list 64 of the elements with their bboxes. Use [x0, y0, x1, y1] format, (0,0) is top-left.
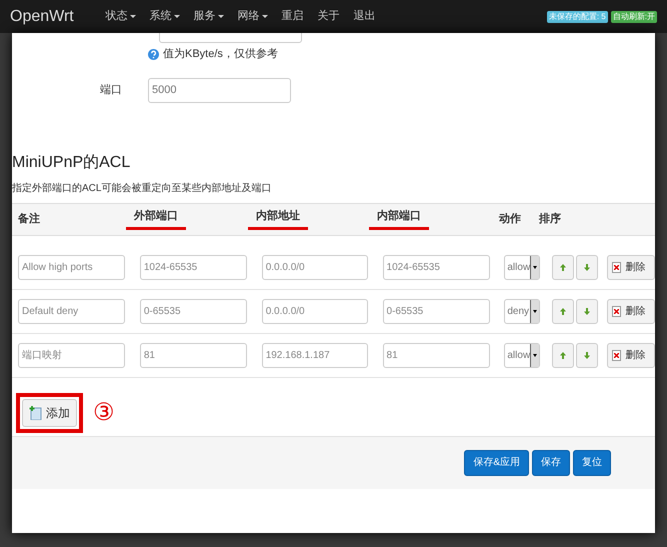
up-arrow-icon — [560, 352, 566, 358]
nav-menu-item[interactable]: 关于 — [318, 8, 340, 25]
action-button[interactable]: 保存 — [532, 450, 570, 476]
input-field[interactable]: Default deny — [18, 298, 125, 324]
section-title: MiniUPnP的ACL — [12, 152, 132, 172]
move-down-button[interactable] — [576, 254, 598, 280]
input-field[interactable]: 0.0.0.0/0 — [262, 254, 368, 280]
up-arrow-icon — [560, 264, 566, 270]
nav-menu-item[interactable]: 状态 — [106, 8, 136, 25]
hint-text: 值为KByte/s，仅供参考 — [163, 47, 278, 62]
nav-menu-item[interactable]: 网络 — [238, 8, 268, 25]
caret-icon — [533, 310, 538, 312]
input-field[interactable]: 192.168.1.187 — [262, 342, 368, 368]
nav-menu-item[interactable]: 系统 — [150, 8, 180, 25]
action-button[interactable]: 保存&应用 — [464, 450, 529, 476]
nav-menu-item[interactable]: 服务 — [194, 8, 224, 25]
nav-menu-item[interactable]: 重启 — [282, 8, 304, 25]
add-button[interactable]: 添加 — [22, 398, 77, 426]
highlighted-column-header: 内部地址 — [248, 208, 308, 230]
move-up-button[interactable] — [552, 342, 574, 368]
status-badge: 自动刷新:开 — [610, 10, 657, 22]
move-up-button[interactable] — [552, 254, 574, 280]
highlighted-column-header: 内部端口 — [369, 208, 429, 230]
delete-button[interactable]: 删除 — [607, 254, 655, 280]
action-select[interactable]: deny — [504, 298, 540, 324]
delete-icon — [612, 350, 622, 360]
nav-menu-item[interactable]: 退出 — [354, 8, 376, 25]
caret-icon — [533, 354, 538, 356]
down-arrow-icon — [584, 264, 590, 270]
action-select[interactable]: allow — [504, 254, 540, 280]
action-button[interactable]: 复位 — [573, 450, 611, 476]
step-marker: ③ — [93, 400, 115, 424]
down-arrow-icon — [584, 308, 590, 314]
status-badge: 未保存的配置: 5 — [546, 10, 608, 22]
section-description: 指定外部端口的ACL可能会被重定向至某些内部地址及端口 — [12, 182, 272, 196]
column-header: 备注 — [18, 212, 40, 225]
port-field[interactable]: 5000 — [148, 78, 291, 102]
input-field[interactable]: 1024-65535 — [140, 254, 247, 280]
input-field[interactable]: 81 — [140, 342, 247, 368]
delete-icon — [612, 306, 622, 316]
delete-icon — [612, 262, 622, 272]
input-field[interactable]: 0-65535 — [140, 298, 247, 324]
input-field[interactable]: 端口映射 — [18, 342, 125, 368]
column-header: 动作 — [499, 212, 521, 225]
column-header: 排序 — [539, 212, 561, 225]
delete-button[interactable]: 删除 — [607, 342, 655, 368]
field-label: 端口 — [99, 82, 122, 98]
input-field[interactable]: 81 — [382, 342, 490, 368]
input-field[interactable]: 1024-65535 — [382, 254, 490, 280]
caret-icon — [533, 266, 538, 268]
move-down-button[interactable] — [576, 298, 598, 324]
help-icon — [148, 48, 159, 60]
move-down-button[interactable] — [576, 342, 598, 368]
add-file-icon — [29, 406, 42, 420]
delete-button[interactable]: 删除 — [607, 298, 655, 324]
highlighted-column-header: 外部端口 — [126, 208, 186, 230]
input-field[interactable]: 0.0.0.0/0 — [262, 298, 368, 324]
input-field[interactable]: 0-65535 — [382, 298, 490, 324]
up-arrow-icon — [560, 308, 566, 314]
input-field[interactable]: Allow high ports — [18, 254, 125, 280]
action-select[interactable]: allow — [504, 342, 540, 368]
down-arrow-icon — [584, 352, 590, 358]
move-up-button[interactable] — [552, 298, 574, 324]
brand-logo[interactable]: OpenWrt — [10, 4, 74, 28]
